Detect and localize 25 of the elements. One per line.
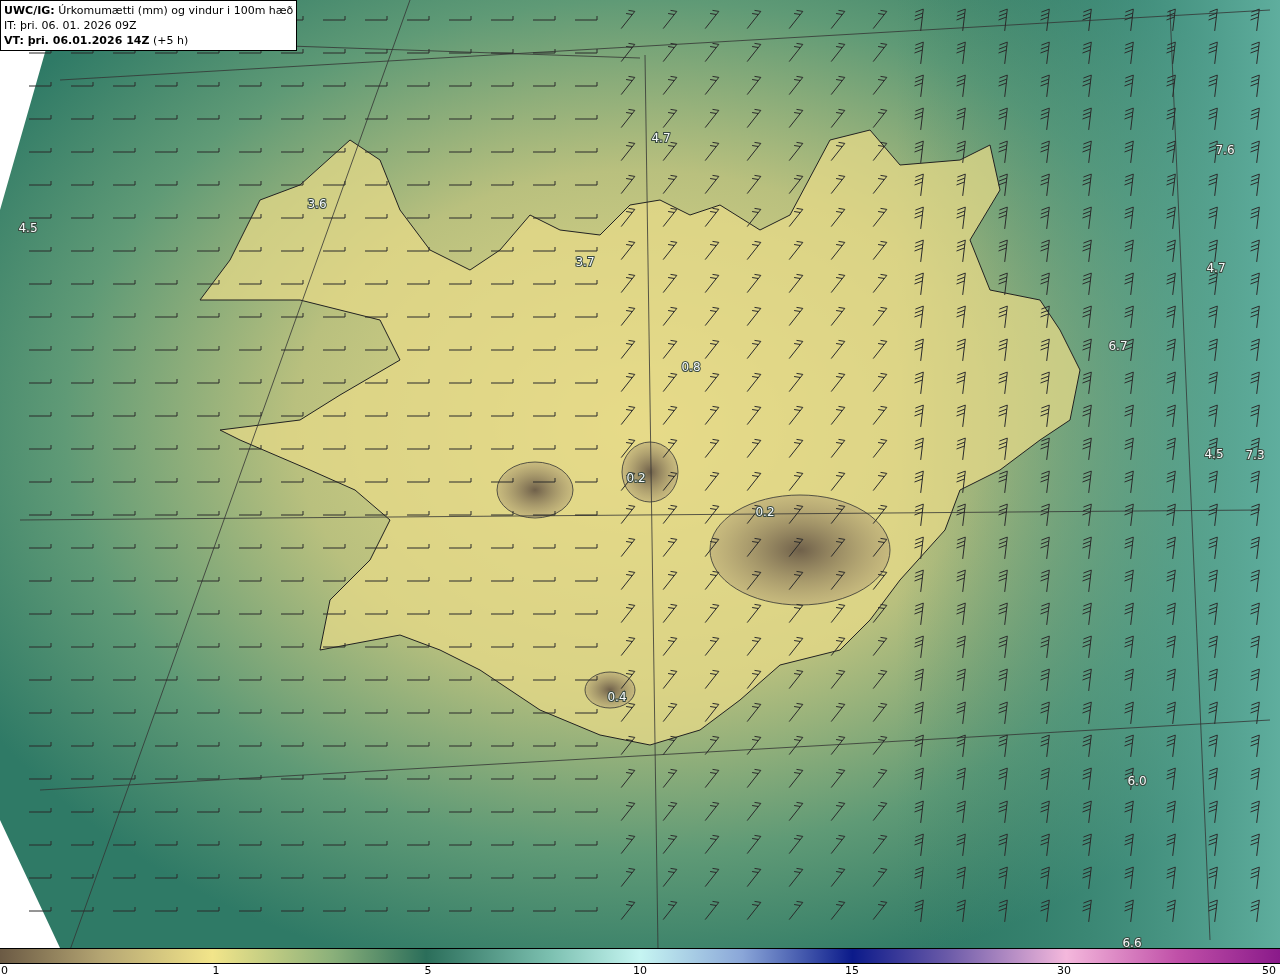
- value-label: 0.2: [755, 505, 775, 519]
- colorbar-tick-label: 50: [1262, 964, 1276, 978]
- value-label: 0.4: [607, 690, 627, 704]
- value-label: 0.8: [681, 360, 701, 374]
- value-label: 3.7: [575, 255, 595, 269]
- value-label: 0.2: [626, 471, 646, 485]
- colorbar-tick-label: 5: [424, 964, 432, 978]
- value-label: 6.0: [1127, 774, 1147, 788]
- value-label: 4.7: [1206, 261, 1226, 275]
- value-label: 7.6: [1215, 143, 1235, 157]
- value-label: 4.7: [651, 131, 671, 145]
- chart-title: UWC/IG: Úrkomumætti (mm) og vindur i 100m hæð: [4, 3, 294, 18]
- colorbar-tick-label: 1: [212, 964, 220, 978]
- value-label: 4.5: [1204, 447, 1224, 461]
- issue-time: IT: þri. 06. 01. 2026 09Z: [4, 18, 138, 33]
- value-label: 4.5: [18, 221, 38, 235]
- colorbar-tick-label: 15: [845, 964, 859, 978]
- value-label: 7.3: [1245, 448, 1265, 462]
- colorbar-tick-label: 30: [1057, 964, 1071, 978]
- value-label: 6.7: [1108, 339, 1128, 353]
- value-label: 6.6: [1122, 936, 1142, 948]
- colorbar-tick-label: 10: [633, 964, 647, 978]
- value-label: 3.6: [307, 197, 327, 211]
- valid-time: VT: þri. 06.01.2026 14Z (+5 h): [4, 33, 190, 48]
- colorbar-tick-label: 0: [1, 964, 8, 978]
